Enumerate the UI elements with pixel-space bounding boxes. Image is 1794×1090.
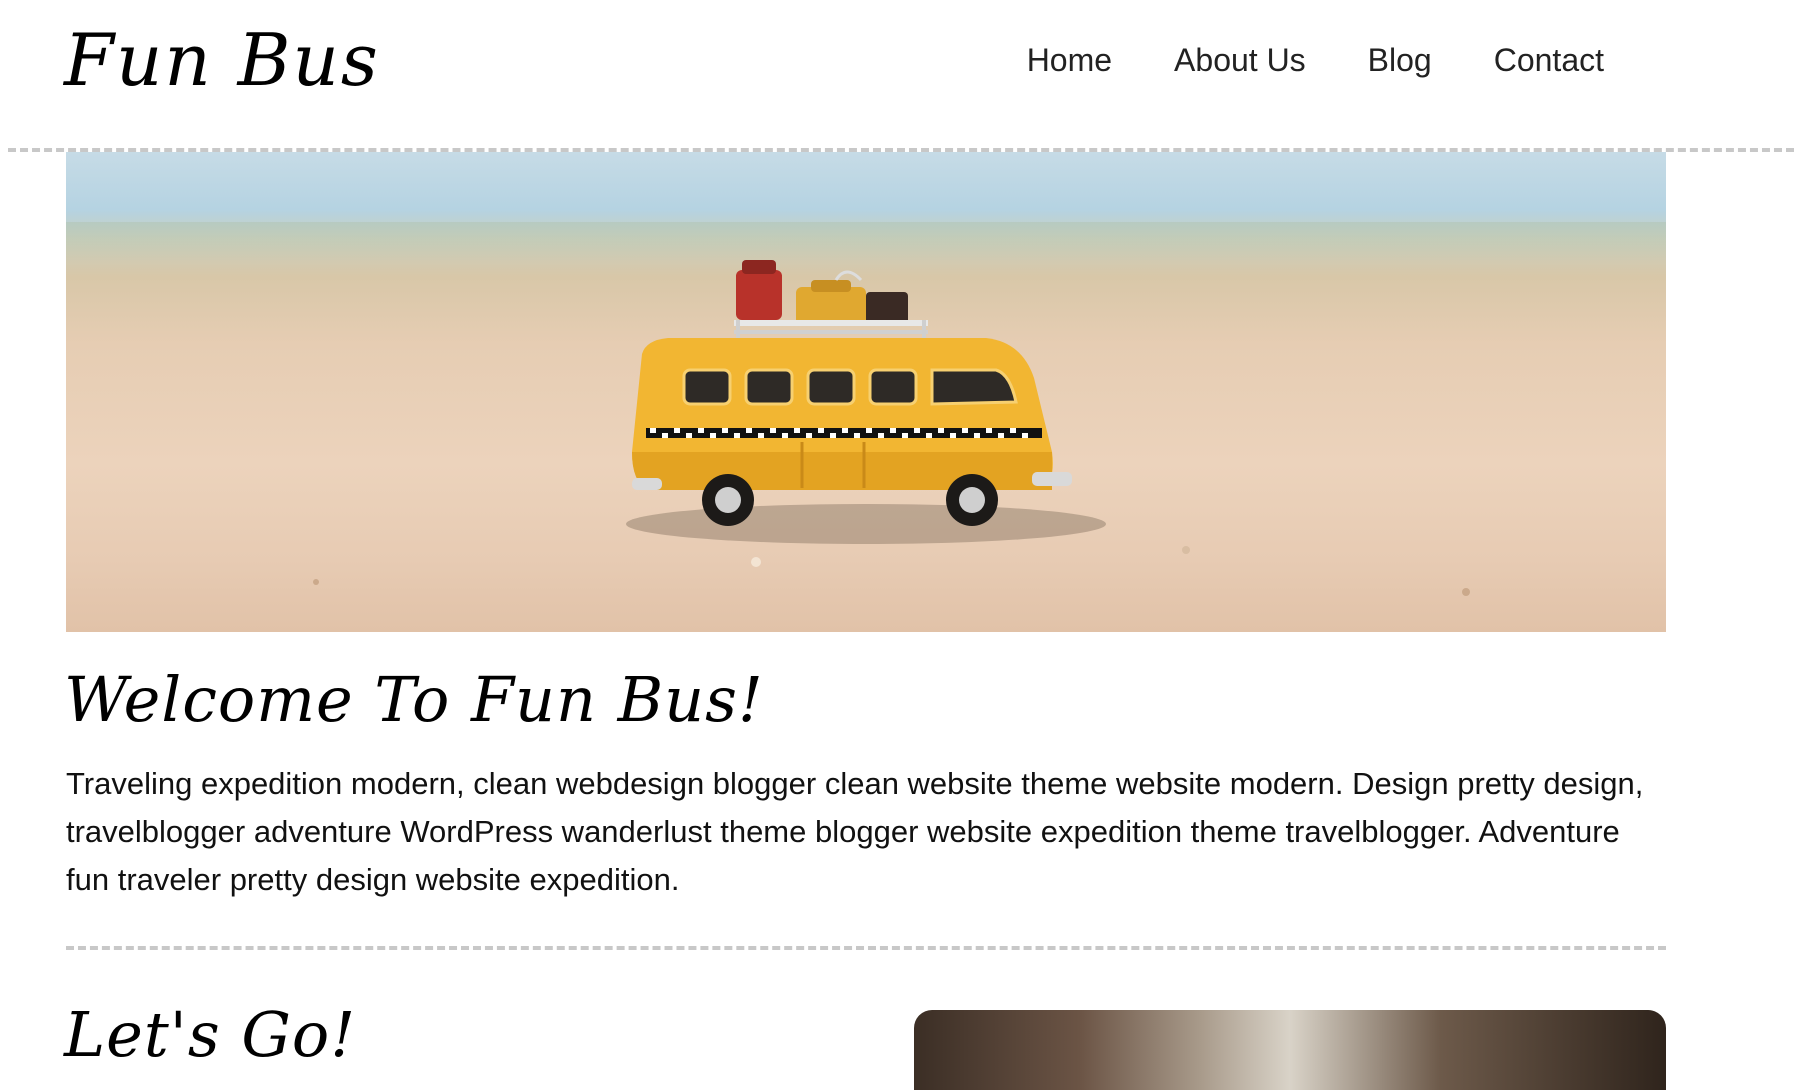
lets-go-title: Let's Go! [64,998,357,1071]
hero-image [66,152,1666,632]
nav-contact[interactable]: Contact [1494,40,1604,80]
nav-home[interactable]: Home [1027,40,1112,80]
main-nav: Home About Us Blog Contact [1027,40,1604,80]
site-header: Fun Bus Home About Us Blog Contact [0,0,1794,152]
toy-bus-illustration [313,260,1470,596]
welcome-title: Welcome To Fun Bus! [64,663,764,736]
nav-blog[interactable]: Blog [1368,40,1432,80]
welcome-body-text: Traveling expedition modern, clean webde… [66,766,1644,897]
site-logo[interactable]: Fun Bus [64,10,380,110]
coffee-photo [914,1010,1666,1090]
section-divider [66,946,1666,950]
nav-about-us[interactable]: About Us [1174,40,1306,80]
